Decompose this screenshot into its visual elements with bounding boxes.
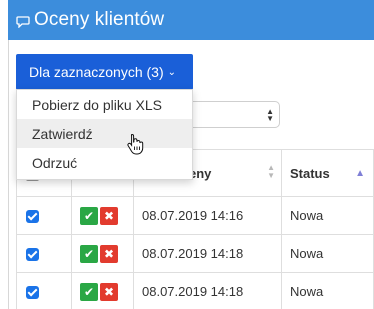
row-status: Nowa [281, 234, 374, 273]
status-header[interactable]: Status ▲ [281, 149, 374, 197]
row-date: 08.07.2019 14:18 [133, 272, 282, 309]
sort-asc-icon: ▲ [355, 168, 365, 179]
reject-button[interactable]: ✖ [100, 282, 118, 301]
filter-select[interactable]: ▲ ▼ [188, 101, 280, 128]
approve-button[interactable]: ✔ [80, 244, 98, 263]
chevron-down-icon: ⌄ [167, 66, 177, 78]
menu-item-export-xls[interactable]: Pobierz do pliku XLS [17, 90, 192, 119]
approve-button[interactable]: ✔ [80, 206, 98, 225]
row-actions: ✔ ✖ [71, 272, 134, 309]
row-actions: ✔ ✖ [71, 196, 134, 235]
row-checkbox[interactable] [26, 286, 39, 300]
bulk-actions-menu: Pobierz do pliku XLS Zatwierdź Odrzuć [16, 89, 193, 180]
select-arrows-icon: ▲ ▼ [266, 107, 274, 123]
table-row: ✔ ✖ 08.07.2019 14:18 Nowa [16, 234, 374, 273]
page-title: Oceny klientów [34, 9, 165, 30]
row-status: Nowa [281, 196, 374, 235]
table-row: ✔ ✖ 08.07.2019 14:18 Nowa [16, 272, 374, 309]
hand-cursor-icon [127, 133, 144, 155]
row-status: Nowa [281, 272, 374, 309]
sort-icon: ▲ ▼ [267, 163, 275, 180]
row-checkbox[interactable] [26, 248, 39, 262]
chat-icon [16, 15, 30, 28]
table-row: ✔ ✖ 08.07.2019 14:16 Nowa [16, 196, 374, 235]
menu-item-approve[interactable]: Zatwierdź [17, 119, 192, 148]
page-header: Oceny klientów [8, 0, 374, 40]
row-checkbox-cell [16, 196, 72, 235]
bulk-actions-label: Dla zaznaczonych (3) [29, 64, 164, 80]
row-actions: ✔ ✖ [71, 234, 134, 273]
row-checkbox[interactable] [26, 210, 39, 224]
row-checkbox-cell [16, 234, 72, 273]
row-date: 08.07.2019 14:18 [133, 234, 282, 273]
bulk-actions-button[interactable]: Dla zaznaczonych (3) ⌄ [16, 54, 193, 90]
status-header-label: Status [290, 165, 330, 181]
row-checkbox-cell [16, 272, 72, 309]
menu-item-reject[interactable]: Odrzuć [17, 148, 192, 177]
approve-button[interactable]: ✔ [80, 282, 98, 301]
row-date: 08.07.2019 14:16 [133, 196, 282, 235]
reject-button[interactable]: ✖ [100, 244, 118, 263]
reject-button[interactable]: ✖ [100, 206, 118, 225]
